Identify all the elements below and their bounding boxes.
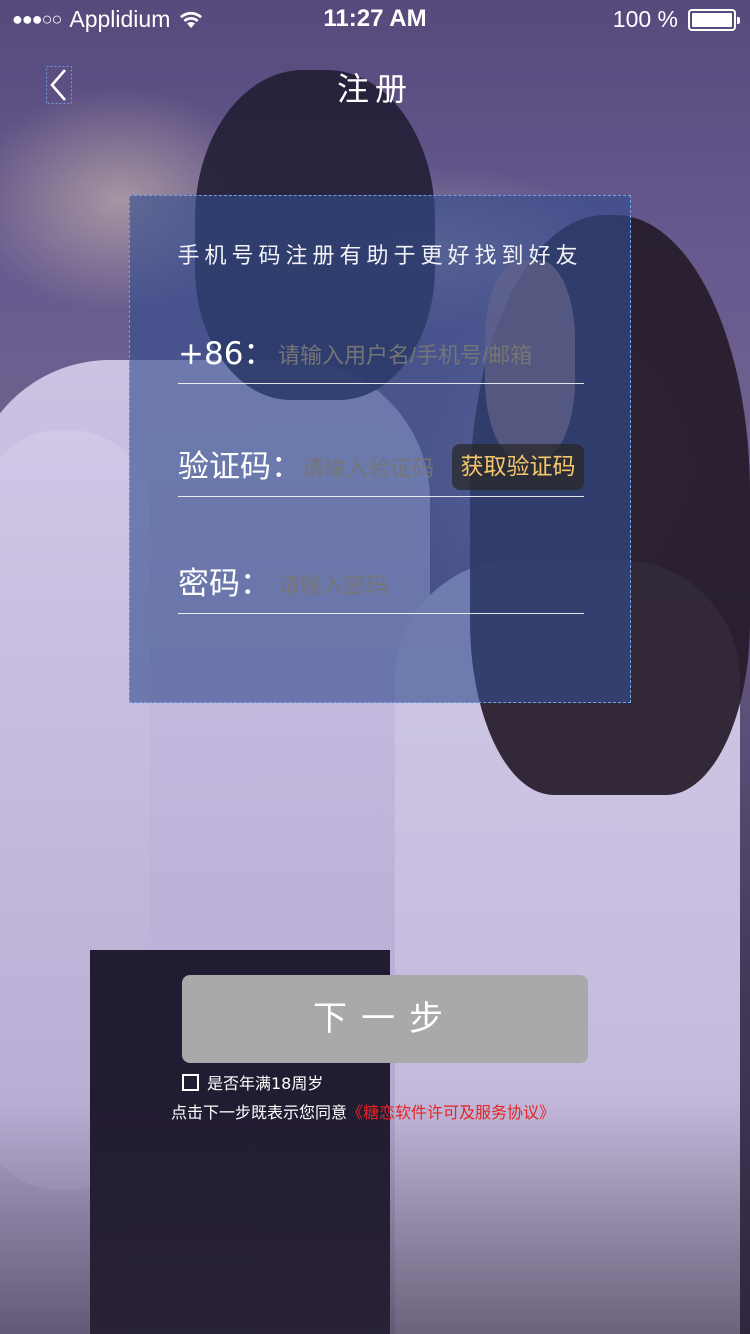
age-checkbox[interactable] <box>182 1073 199 1091</box>
battery-fill <box>692 12 732 27</box>
code-input[interactable] <box>302 456 448 482</box>
register-form-panel: 手机号码注册有助于更好找到好友 +86： 验证码： 获取验证码 密码： <box>129 195 631 703</box>
agreement-prefix: 点击下一步既表示您同意 <box>171 1103 348 1122</box>
status-right: 100 % <box>612 6 740 33</box>
code-label: 验证码： <box>178 449 302 485</box>
password-row: 密码： <box>178 556 584 614</box>
agreement-text: 点击下一步既表示您同意《糖恋软件许可及服务协议》 <box>171 1099 555 1123</box>
battery-icon <box>688 8 740 31</box>
phone-input[interactable] <box>278 343 578 369</box>
password-label: 密码： <box>178 566 271 602</box>
age-confirm: 是否年满18周岁 <box>182 1070 323 1094</box>
next-button[interactable]: 下一步 <box>182 975 588 1063</box>
phone-prefix-label: +86： <box>178 336 275 372</box>
age-checkbox-label: 是否年满18周岁 <box>207 1074 324 1093</box>
battery-percent: 100 % <box>612 6 678 32</box>
page-title: 注册 <box>336 70 413 108</box>
code-row: 验证码： 获取验证码 <box>178 436 584 497</box>
get-code-button[interactable]: 获取验证码 <box>452 444 584 490</box>
password-input[interactable] <box>278 573 578 599</box>
agreement-link[interactable]: 《糖恋软件许可及服务协议》 <box>347 1103 555 1122</box>
status-bar: ●●●○○ Applidium 11:27 AM 100 % <box>0 0 750 40</box>
phone-row: +86： <box>178 328 584 384</box>
form-subtitle: 手机号码注册有助于更好找到好友 <box>177 244 583 269</box>
